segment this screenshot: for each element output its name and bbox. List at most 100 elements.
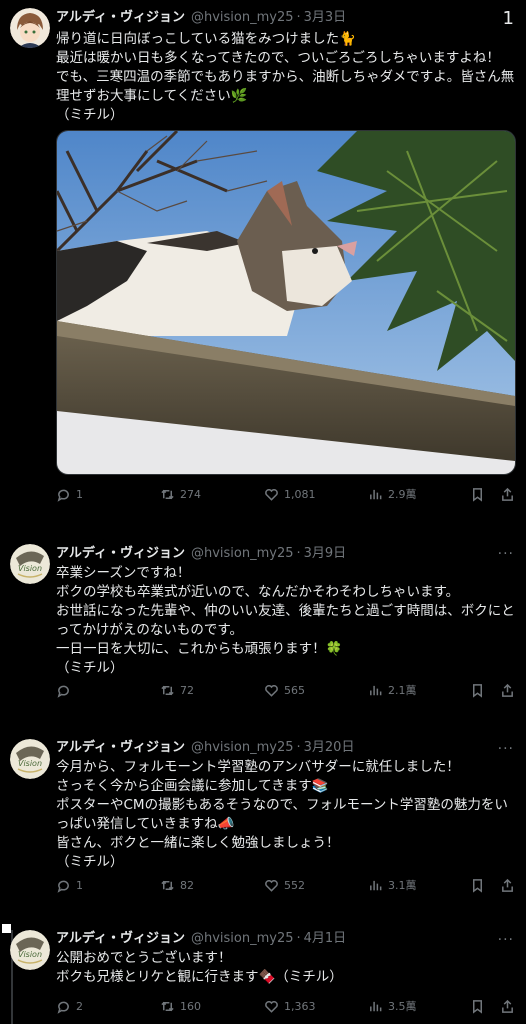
share-button[interactable] bbox=[500, 484, 515, 504]
views-count: 2.1萬 bbox=[388, 684, 417, 697]
reply-icon bbox=[57, 1001, 69, 1014]
tweet-3[interactable]: Vision アルディ・ヴィジョン @hvision_my25 · 3月20日 ···… bbox=[0, 733, 526, 908]
action-bar: 1 82 552 3.1萬 bbox=[56, 875, 518, 895]
bookmark-button[interactable] bbox=[470, 680, 485, 700]
views-count: 3.5萬 bbox=[388, 1000, 417, 1013]
views-button[interactable]: 2.9萬 bbox=[368, 484, 417, 504]
views-count: 3.1萬 bbox=[388, 879, 417, 892]
views-button[interactable]: 3.1萬 bbox=[368, 875, 417, 895]
avatar[interactable] bbox=[10, 8, 50, 48]
handle[interactable]: @hvision_my25 bbox=[191, 546, 294, 561]
bookmark-icon bbox=[473, 878, 482, 893]
like-button[interactable]: 1,081 bbox=[264, 484, 316, 504]
tweet-header: アルディ・ヴィジョン @hvision_my25 · 3月20日 bbox=[56, 738, 354, 758]
tweet-header: アルディ・ヴィジョン @hvision_my25 · 3月9日 bbox=[56, 544, 346, 564]
views-button[interactable]: 2.1萬 bbox=[368, 680, 417, 700]
heart-icon bbox=[265, 684, 278, 697]
separator-dot: · bbox=[296, 740, 301, 755]
avatar[interactable]: Vision bbox=[10, 930, 50, 970]
tweet-text: 今月から、フォルモーント学習塾のアンバサダーに就任しました！ さっそく今から企画… bbox=[56, 758, 518, 872]
share-icon bbox=[502, 999, 513, 1013]
share-button[interactable] bbox=[500, 875, 515, 895]
text-line: （ミチル） bbox=[56, 660, 124, 676]
text-line: （ミチル） bbox=[56, 107, 124, 123]
timestamp[interactable]: 3月9日 bbox=[304, 546, 347, 561]
text-line: 一日一日を大切に、これからも頑張ります！🍀 bbox=[56, 641, 343, 657]
text-line: ボクも兄様とリケと観に行きます🍫（ミチル） bbox=[56, 969, 343, 985]
timestamp[interactable]: 3月20日 bbox=[304, 740, 355, 755]
reply-button[interactable]: 2 bbox=[56, 996, 83, 1016]
display-name[interactable]: アルディ・ヴィジョン bbox=[56, 740, 185, 755]
views-icon bbox=[370, 1001, 382, 1011]
more-button[interactable]: ··· bbox=[498, 547, 514, 561]
bookmark-button[interactable] bbox=[470, 875, 485, 895]
avatar[interactable]: Vision bbox=[10, 544, 50, 584]
share-button[interactable] bbox=[500, 680, 515, 700]
bookmark-button[interactable] bbox=[470, 996, 485, 1016]
action-bar: 1 274 1,081 2.9萬 bbox=[56, 484, 518, 504]
svg-text:Vision: Vision bbox=[18, 564, 42, 573]
bookmark-icon bbox=[473, 683, 482, 698]
retweet-button[interactable]: 72 bbox=[160, 680, 194, 700]
text-line: でも、三寒四温の季節でもありますから、油断しちゃダメですよ。皆さん無 bbox=[56, 69, 515, 85]
text-line: ボクの学校も卒業式が近いので、なんだかそわそわしちゃいます。 bbox=[56, 584, 460, 600]
tweet-text: 卒業シーズンですね！ ボクの学校も卒業式が近いので、なんだかそわそわしちゃいます… bbox=[56, 564, 518, 678]
bookmark-button[interactable] bbox=[470, 484, 485, 504]
heart-icon bbox=[265, 1000, 278, 1013]
reply-count: 1 bbox=[76, 878, 83, 892]
views-count: 2.9萬 bbox=[388, 488, 417, 501]
retweet-icon bbox=[161, 1001, 174, 1011]
more-button[interactable]: ··· bbox=[498, 742, 514, 756]
like-count: 552 bbox=[284, 878, 305, 892]
separator-dot: · bbox=[296, 931, 301, 946]
share-icon bbox=[502, 487, 513, 501]
tweet-text: 公開おめでとうございます！ ボクも兄様とリケと観に行きます🍫（ミチル） bbox=[56, 949, 518, 987]
retweet-icon bbox=[161, 489, 174, 499]
share-icon bbox=[502, 683, 513, 697]
handle[interactable]: @hvision_my25 bbox=[191, 740, 294, 755]
heart-icon bbox=[265, 488, 278, 501]
reply-icon bbox=[57, 685, 69, 698]
reply-button[interactable]: 1 bbox=[56, 484, 83, 504]
tweet-1[interactable]: アルディ・ヴィジョン @hvision_my25 · 3月3日 帰り道に日向ぼっこして… bbox=[0, 0, 526, 520]
retweet-count: 82 bbox=[180, 878, 194, 892]
retweet-button[interactable]: 274 bbox=[160, 484, 201, 504]
like-button[interactable]: 565 bbox=[264, 680, 305, 700]
display-name[interactable]: アルディ・ヴィジョン bbox=[56, 546, 185, 561]
share-button[interactable] bbox=[500, 996, 515, 1016]
text-line: ってかけがえのないものです。 bbox=[56, 622, 243, 638]
reply-icon bbox=[57, 880, 69, 893]
avatar[interactable]: Vision bbox=[10, 739, 50, 779]
handle[interactable]: @hvision_my25 bbox=[191, 10, 294, 25]
separator-dot: · bbox=[296, 546, 301, 561]
like-count: 1,363 bbox=[284, 999, 316, 1013]
views-button[interactable]: 3.5萬 bbox=[368, 996, 417, 1016]
reply-button[interactable]: 1 bbox=[56, 875, 83, 895]
text-line: 最近は暖かい日も多くなってきたので、ついごろごろしちゃいますよね！ bbox=[56, 50, 500, 66]
retweet-button[interactable]: 160 bbox=[160, 996, 201, 1016]
separator-dot: · bbox=[296, 10, 301, 25]
text-line: 今月から、フォルモーント学習塾のアンバサダーに就任しました！ bbox=[56, 759, 460, 775]
tweet-2[interactable]: Vision アルディ・ヴィジョン @hvision_my25 · 3月9日 ··· … bbox=[0, 538, 526, 713]
svg-text:Vision: Vision bbox=[18, 759, 42, 768]
like-count: 1,081 bbox=[284, 487, 316, 501]
views-icon bbox=[370, 880, 382, 890]
reply-button[interactable] bbox=[56, 680, 76, 700]
like-button[interactable]: 1,363 bbox=[264, 996, 316, 1016]
tweet-4[interactable]: Vision アルディ・ヴィジョン @hvision_my25 · 4月1日 ··· … bbox=[0, 926, 526, 1024]
retweet-button[interactable]: 82 bbox=[160, 875, 194, 895]
action-bar: 2 160 1,363 3.5萬 bbox=[56, 996, 518, 1016]
display-name[interactable]: アルディ・ヴィジョン bbox=[56, 931, 185, 946]
more-button[interactable]: ··· bbox=[498, 933, 514, 947]
tweet-photo-cat[interactable] bbox=[56, 130, 516, 475]
text-line: 卒業シーズンですね！ bbox=[56, 565, 191, 581]
tweet-text: 帰り道に日向ぼっこしている猫をみつけました🐈 最近は暖かい日も多くなってきたので… bbox=[56, 30, 518, 125]
handle[interactable]: @hvision_my25 bbox=[191, 931, 294, 946]
timestamp[interactable]: 3月3日 bbox=[304, 10, 347, 25]
display-name[interactable]: アルディ・ヴィジョン bbox=[56, 10, 185, 25]
share-icon bbox=[502, 878, 513, 892]
text-line: ポスターやCMの撮影もあるそうなので、フォルモーント学習塾の魅力をい bbox=[56, 797, 508, 813]
views-icon bbox=[370, 685, 382, 695]
timestamp[interactable]: 4月1日 bbox=[304, 931, 347, 946]
like-button[interactable]: 552 bbox=[264, 875, 305, 895]
